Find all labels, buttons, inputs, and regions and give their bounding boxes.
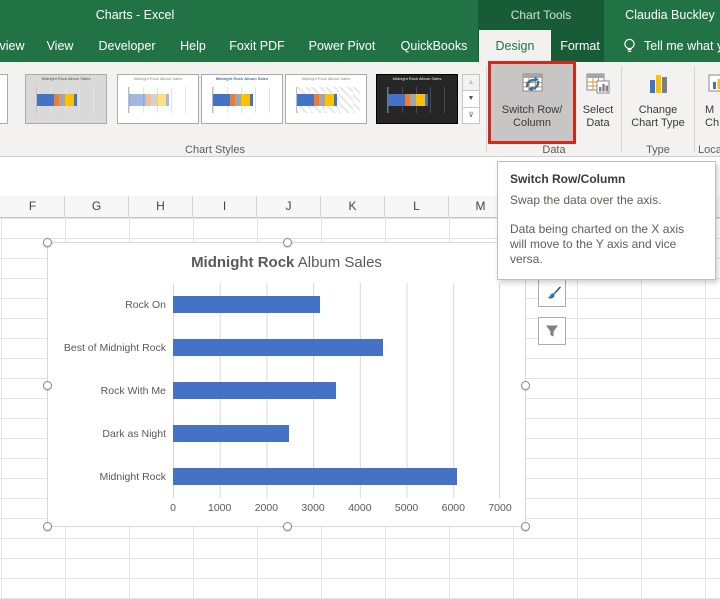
tooltip-body-paragraph: Data being charted on the X axis will mo… bbox=[510, 222, 685, 266]
chart-style-thumb-colored[interactable]: Midnight Rock Album Sales bbox=[201, 74, 283, 124]
column-header-g[interactable]: G bbox=[65, 196, 129, 218]
category-label: Midnight Rock bbox=[99, 470, 166, 483]
category-axis-labels: Rock On Best of Midnight Rock Rock With … bbox=[48, 283, 166, 498]
group-label-location: Loca bbox=[698, 144, 720, 156]
move-chart-button[interactable]: M Ch bbox=[699, 64, 720, 142]
value-axis: 0 1000 2000 3000 4000 5000 6000 7000 bbox=[170, 502, 512, 516]
axis-tick: 5000 bbox=[394, 502, 419, 514]
chart-style-thumb-gray[interactable]: Midnight Rock Album Sales bbox=[25, 74, 107, 124]
switch-row-column-icon bbox=[522, 73, 543, 92]
chart-style-thumb-muted[interactable]: Midnight Rock Album Sales bbox=[117, 74, 199, 124]
ribbon-tab-bar: view View Developer Help Foxit PDF Power… bbox=[0, 30, 720, 62]
select-data-label-2: Data bbox=[586, 117, 610, 129]
chart-resize-handle-bottom-right[interactable] bbox=[521, 522, 530, 531]
axis-tick: 3000 bbox=[301, 502, 325, 514]
user-account-name[interactable]: Claudia Buckley bbox=[620, 0, 720, 30]
select-data-icon bbox=[586, 73, 610, 94]
chart-title[interactable]: Midnight Rock Album Sales bbox=[48, 254, 525, 271]
switch-row-column-button[interactable]: Switch Row/ Column bbox=[491, 64, 573, 142]
chart-resize-handle-top-middle[interactable] bbox=[283, 238, 292, 247]
tab-view[interactable]: View bbox=[38, 30, 82, 62]
chart-styles-flyout-button[interactable] bbox=[538, 279, 566, 307]
tab-design-active[interactable]: Design bbox=[479, 30, 551, 62]
column-header-l[interactable]: L bbox=[385, 196, 449, 218]
lightbulb-icon bbox=[622, 38, 637, 55]
chart-filters-button[interactable] bbox=[538, 317, 566, 345]
column-header-i[interactable]: I bbox=[193, 196, 257, 218]
group-label-type: Type bbox=[646, 144, 670, 156]
tell-me-box[interactable]: Tell me what y bbox=[622, 30, 720, 62]
move-chart-label-1: M bbox=[705, 104, 715, 116]
move-chart-label-2: Ch bbox=[705, 117, 720, 129]
chart-object[interactable]: Midnight Rock Album Sales Rock On Best o… bbox=[43, 238, 530, 531]
move-chart-icon bbox=[708, 74, 720, 92]
tab-format[interactable]: Format bbox=[556, 30, 604, 62]
chart-resize-handle-middle-left[interactable] bbox=[43, 381, 52, 390]
group-separator bbox=[694, 66, 695, 152]
document-title: Charts - Excel bbox=[95, 8, 175, 22]
tell-me-label: Tell me what y bbox=[644, 39, 720, 53]
data-bar[interactable] bbox=[173, 339, 383, 356]
chart-resize-handle-bottom-left[interactable] bbox=[43, 522, 52, 531]
axis-tick: 2000 bbox=[254, 502, 279, 514]
column-header-h[interactable]: H bbox=[129, 196, 193, 218]
data-bar[interactable] bbox=[173, 468, 458, 485]
select-data-button[interactable]: Select Data bbox=[576, 64, 620, 142]
data-bar[interactable] bbox=[173, 296, 320, 313]
change-chart-type-label-1: Change bbox=[638, 104, 678, 116]
tooltip-switch-row-column: Switch Row/Column Swap the data over the… bbox=[497, 161, 716, 280]
axis-tick: 6000 bbox=[441, 502, 465, 514]
change-chart-type-label-2: Chart Type bbox=[631, 117, 685, 129]
group-separator bbox=[486, 66, 487, 152]
gallery-scroll-up-button[interactable]: ▲ bbox=[463, 75, 479, 92]
axis-tick: 4000 bbox=[348, 502, 372, 514]
column-header-k[interactable]: K bbox=[321, 196, 385, 218]
tab-help[interactable]: Help bbox=[172, 30, 214, 62]
chart-tools-label: Chart Tools bbox=[510, 8, 572, 22]
axis-tick: 0 bbox=[170, 502, 176, 514]
filter-funnel-icon bbox=[546, 325, 558, 337]
category-label: Rock On bbox=[125, 298, 166, 311]
axis-tick: 1000 bbox=[208, 502, 232, 514]
group-separator bbox=[621, 66, 622, 152]
paintbrush-icon bbox=[547, 286, 561, 299]
chart-resize-handle-middle-right[interactable] bbox=[521, 381, 530, 390]
chart-title-regular: Album Sales bbox=[294, 254, 382, 271]
tab-power-pivot[interactable]: Power Pivot bbox=[303, 30, 381, 62]
group-label-data: Data bbox=[542, 144, 566, 156]
tooltip-body-line: Swap the data over the axis. bbox=[510, 193, 662, 207]
column-header-j[interactable]: J bbox=[257, 196, 321, 218]
axis-tick: 7000 bbox=[488, 502, 512, 514]
chart-resize-handle-bottom-middle[interactable] bbox=[283, 522, 292, 531]
title-bar: Charts - Excel Chart Tools Claudia Buckl… bbox=[0, 0, 720, 30]
change-chart-type-button[interactable]: Change Chart Type bbox=[625, 64, 691, 142]
tab-quickbooks[interactable]: QuickBooks bbox=[396, 30, 472, 62]
tooltip-title: Switch Row/Column bbox=[510, 172, 626, 186]
plot-area bbox=[173, 283, 500, 498]
chart-title-bold: Midnight Rock bbox=[191, 254, 295, 271]
tab-foxit-pdf[interactable]: Foxit PDF bbox=[224, 30, 290, 62]
switch-button-label-2: Column bbox=[513, 117, 551, 129]
chart-resize-handle-top-left[interactable] bbox=[43, 238, 52, 247]
excel-window: Charts - Excel Chart Tools Claudia Buckl… bbox=[0, 0, 720, 599]
column-header-f[interactable]: F bbox=[1, 196, 65, 218]
chart-style-thumb-dark[interactable]: Midnight Rock Album Sales bbox=[376, 74, 458, 124]
gallery-scroll-down-button[interactable]: ▼ bbox=[463, 91, 479, 108]
select-data-label-1: Select bbox=[582, 104, 614, 116]
switch-button-label-1: Switch Row/ bbox=[501, 104, 563, 116]
data-bar[interactable] bbox=[173, 382, 336, 399]
group-label-chart-styles: Chart Styles bbox=[185, 144, 245, 156]
change-chart-type-icon bbox=[650, 75, 667, 93]
data-bar[interactable] bbox=[173, 425, 290, 442]
gallery-scrollbar: ▲ ▼ ⊽ bbox=[462, 74, 480, 124]
tab-review-partial[interactable]: view bbox=[0, 30, 32, 62]
ribbon: Midnight Rock Album Sales Midnight Rock … bbox=[0, 61, 720, 157]
tab-developer[interactable]: Developer bbox=[92, 30, 162, 62]
chart-style-thumb-hatched[interactable]: Midnight Rock Album Sales bbox=[285, 74, 367, 124]
chart-style-thumb-partial[interactable]: Midnight Rock Album Sales bbox=[0, 74, 8, 124]
gallery-more-button[interactable]: ⊽ bbox=[463, 107, 479, 123]
category-label: Dark as Night bbox=[102, 427, 166, 440]
category-label: Best of Midnight Rock bbox=[63, 341, 166, 354]
category-label: Rock With Me bbox=[100, 384, 166, 397]
